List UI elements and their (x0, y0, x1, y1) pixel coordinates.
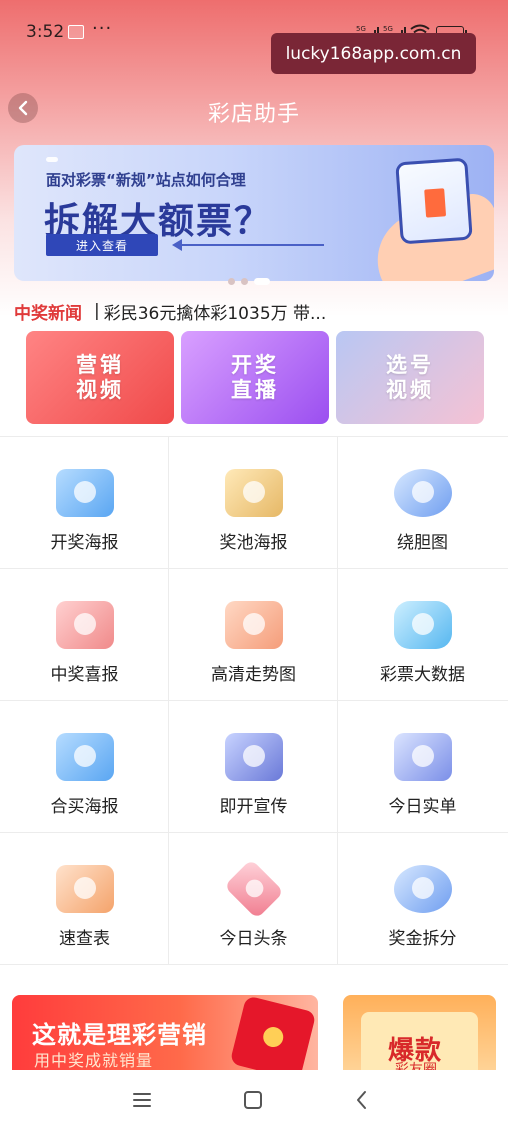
tool-label: 绕胆图 (397, 533, 448, 553)
tool-label: 速查表 (59, 929, 110, 949)
pagination-dot[interactable] (241, 278, 248, 285)
tool-label: 奖池海报 (219, 533, 288, 553)
tool-headlines[interactable]: 今日头条 (169, 833, 338, 965)
news-ticker[interactable]: 中奖新闻 | 彩民36元擒体彩1035万 带... (14, 299, 327, 324)
news-label: 中奖新闻 (14, 303, 82, 324)
tool-instant-promo[interactable]: 即开宣传 (169, 701, 338, 833)
menu-icon[interactable] (130, 1088, 154, 1112)
card-label: 选号 (386, 352, 434, 377)
sim1-label: 5G (356, 25, 366, 33)
winning-report-icon (56, 601, 114, 649)
sim2-label: 5G (383, 25, 393, 33)
promo-title: 这就是理彩营销 (32, 1021, 207, 1049)
tool-label: 今日实单 (388, 797, 457, 817)
tool-label: 彩票大数据 (380, 665, 465, 685)
news-separator: | (94, 301, 100, 321)
page-title: 彩店助手 (207, 102, 300, 127)
lottery-poster-icon (56, 469, 114, 517)
tool-group-buy-poster[interactable]: 合买海报 (0, 701, 169, 833)
banner-tag-icon (46, 157, 58, 162)
banner-subtitle: 面对彩票“新规”站点如何合理 (46, 171, 246, 189)
phone-illustration (395, 157, 473, 245)
tool-label: 今日头条 (219, 929, 288, 949)
card-label: 视频 (76, 377, 124, 402)
tool-label: 开奖海报 (50, 533, 119, 553)
draw-live-card[interactable]: 开奖 直播 (181, 331, 329, 424)
marketing-promo-banner[interactable]: 这就是理彩营销 用中奖成就销量 (12, 995, 318, 1075)
tool-prize-split[interactable]: 奖金拆分 (338, 833, 508, 965)
tool-jackpot-poster[interactable]: 奖池海报 (169, 437, 338, 569)
big-data-icon (394, 601, 452, 649)
tool-winning-report[interactable]: 中奖喜报 (0, 569, 169, 701)
chat-bubble-icon (394, 469, 452, 517)
jackpot-poster-icon (225, 469, 283, 517)
tool-trend-chart[interactable]: 高清走势图 (169, 569, 338, 701)
system-navigation-bar (0, 1070, 508, 1129)
card-label: 营销 (76, 352, 124, 377)
card-label: 开奖 (231, 352, 279, 377)
news-headline[interactable]: 彩民36元擒体彩1035万 带... (104, 299, 327, 324)
quick-lookup-icon (56, 865, 114, 913)
instant-ticket-icon (225, 733, 283, 781)
status-time: 3:52 (26, 22, 65, 42)
more-notifications-icon: ··· (92, 18, 113, 39)
tool-lottery-poster[interactable]: 开奖海报 (0, 437, 169, 569)
tool-label: 中奖喜报 (50, 665, 119, 685)
marketing-video-card[interactable]: 营销 视频 (26, 331, 174, 424)
calendar-icon (394, 733, 452, 781)
card-label: 直播 (231, 377, 279, 402)
watermark-url: lucky168app.com.cn (271, 33, 476, 74)
group-buy-poster-icon (56, 733, 114, 781)
card-label: 视频 (386, 377, 434, 402)
red-envelope-icon (229, 995, 317, 1075)
promo-banner[interactable]: 面对彩票“新规”站点如何合理 拆解大额票？ 进入查看 (14, 145, 494, 281)
promo-subtitle: 用中奖成就销量 (34, 1051, 154, 1070)
number-pick-video-card[interactable]: 选号 视频 (336, 331, 484, 424)
arrow-left-icon (172, 239, 324, 251)
tool-label: 即开宣传 (219, 797, 288, 817)
prize-split-icon (394, 865, 452, 913)
banner-cta-button[interactable]: 进入查看 (46, 234, 158, 256)
tool-quick-lookup[interactable]: 速查表 (0, 833, 169, 965)
tool-label: 高清走势图 (211, 665, 296, 685)
hot-circle-promo-banner[interactable]: 爆款 彩友圈 (343, 995, 496, 1075)
pagination-dot-active[interactable] (254, 278, 270, 285)
banner-pagination (228, 278, 270, 285)
pagination-dot[interactable] (228, 278, 235, 285)
back-chevron-icon[interactable] (350, 1088, 374, 1112)
tools-grid: 开奖海报 奖池海报 绕胆图 中奖喜报 高清走势图 彩票大数据 合买海报 即开宣传… (0, 436, 508, 965)
tool-label: 合买海报 (50, 797, 119, 817)
notification-app-icon (68, 25, 84, 39)
trend-chart-icon (225, 601, 283, 649)
home-square-icon[interactable] (241, 1088, 265, 1112)
tool-wrap-chart[interactable]: 绕胆图 (338, 437, 508, 569)
tool-label: 奖金拆分 (388, 929, 457, 949)
tool-today-orders[interactable]: 今日实单 (338, 701, 508, 833)
headline-icon (224, 859, 284, 919)
tool-big-data[interactable]: 彩票大数据 (338, 569, 508, 701)
